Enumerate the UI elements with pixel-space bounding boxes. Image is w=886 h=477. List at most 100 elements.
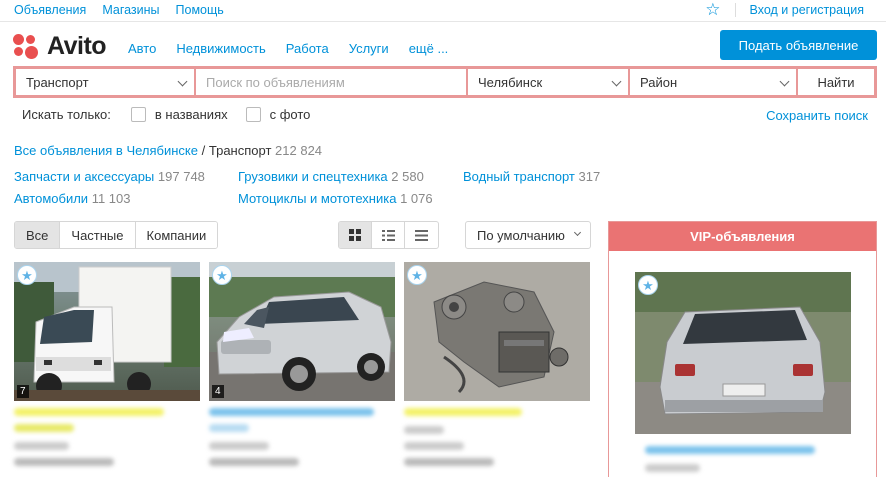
subcategory-parts[interactable]: Запчасти и аксессуары [14,169,154,184]
post-ad-button[interactable]: Подать объявление [720,30,877,60]
district-value: Район [640,74,678,90]
nav-auto[interactable]: Авто [128,41,156,56]
photo-count-badge: 4 [212,385,224,398]
subcategory-item: Запчасти и аксессуары 197 748 [14,169,205,184]
nav-realty[interactable]: Недвижимость [176,41,265,56]
listing-price-blurred [14,442,69,450]
in-titles-label[interactable]: в названиях [155,107,228,122]
nav-more[interactable]: ещё ... [409,41,449,56]
top-links: Объявления Магазины Помощь [14,3,224,17]
listing-title-blurred[interactable] [14,408,164,416]
listing-meta-blurred [404,442,464,450]
top-link-ads[interactable]: Объявления [14,3,86,17]
grid-view-icon[interactable] [339,222,372,248]
listing-title-blurred-2[interactable] [209,424,249,432]
with-photo-checkbox[interactable] [245,107,261,122]
chevron-down-icon [611,76,622,87]
vip-car-image [635,272,851,434]
subcategory-trucks[interactable]: Грузовики и спецтехника [238,169,388,184]
listing-title-blurred-2[interactable] [14,424,74,432]
top-right: ☆ Вход и регистрация [705,1,864,18]
district-select[interactable]: Район [630,69,796,95]
favorite-star-icon[interactable]: ★ [638,275,658,295]
vip-price-blurred [645,464,700,472]
top-link-shops[interactable]: Магазины [102,3,159,17]
subcategory-moto[interactable]: Мотоциклы и мототехника [238,191,396,206]
search-placeholder: Поиск по объявлениям [206,74,345,90]
subcategory-item: Грузовики и спецтехника 2 580 [238,169,424,184]
subcategory-count: 317 [578,169,601,184]
truck-image [14,262,200,401]
chevron-down-icon [779,76,790,87]
listing-card[interactable]: ★ [404,262,590,466]
subcategory-count: 197 748 [157,169,205,184]
category-value: Транспорт [26,74,89,90]
save-search-link[interactable]: Сохранить поиск [766,108,868,123]
sort-select[interactable]: По умолчанию [465,221,591,249]
in-titles-checkbox[interactable] [130,107,146,122]
category-select[interactable]: Транспорт [16,69,194,95]
city-value: Челябинск [478,74,543,90]
search-bar: Транспорт Поиск по объявлениям Челябинск… [13,66,877,98]
subcategory-cars[interactable]: Автомобили [14,191,88,206]
suv-image [209,262,395,401]
find-button[interactable]: Найти [798,69,874,95]
filters-label: Искать только: [22,107,111,122]
vip-listing-photo[interactable]: ★ [635,272,851,434]
listing-price-blurred [404,426,444,434]
listing-meta-blurred-2 [404,458,494,466]
avito-logo[interactable]: Avito [13,32,107,61]
sort-value: По умолчанию [477,227,565,243]
top-bar: Объявления Магазины Помощь ☆ Вход и реги… [0,0,886,22]
seller-type-filter: Все Частные Компании [14,221,219,249]
chevron-down-icon [573,228,582,237]
subcategory-count: 2 580 [391,169,424,184]
subcategory-water[interactable]: Водный транспорт [463,169,575,184]
list-view-icon[interactable] [372,222,405,248]
login-link[interactable]: Вход и регистрация [750,3,864,17]
breadcrumb-count: 212 824 [275,143,323,158]
subcategory-count: 1 076 [400,191,433,206]
subcategory-item: Мотоциклы и мототехника 1 076 [238,191,433,206]
listing-card[interactable]: ★ 7 [14,262,200,466]
listing-photo[interactable]: ★ [404,262,590,401]
favorites-star-icon[interactable]: ☆ [705,1,720,18]
subcategories: Запчасти и аксессуары 197 748 Грузовики … [14,169,714,209]
breadcrumb-separator: / [201,143,206,158]
car-part-image [404,262,590,401]
chevron-down-icon [177,76,188,87]
search-filters: Искать только: в названиях с фото [22,107,310,122]
listing-meta-blurred [209,458,299,466]
listing-title-blurred[interactable] [209,408,374,416]
divider [734,2,736,17]
search-input[interactable]: Поиск по объявлениям [196,69,466,95]
filter-companies[interactable]: Компании [135,222,218,248]
favorite-star-icon[interactable]: ★ [17,265,37,285]
listing-price-blurred [209,442,269,450]
filter-all[interactable]: Все [15,222,61,248]
main-nav: Авто Недвижимость Работа Услуги ещё ... [128,41,448,56]
breadcrumb-all-ads[interactable]: Все объявления в Челябинске [14,143,198,158]
breadcrumb: Все объявления в Челябинске / Транспорт … [14,143,322,158]
city-select[interactable]: Челябинск [468,69,628,95]
favorite-star-icon[interactable]: ★ [407,265,427,285]
logo-text: Avito [47,32,107,60]
top-link-help[interactable]: Помощь [176,3,224,17]
breadcrumb-current: Транспорт [208,143,272,158]
photo-count-badge: 7 [17,385,29,398]
listing-photo[interactable]: ★ 4 [209,262,395,401]
vip-title-blurred[interactable] [645,446,815,454]
view-mode-toggle [338,221,439,249]
nav-services[interactable]: Услуги [349,41,389,56]
nav-jobs[interactable]: Работа [286,41,329,56]
listing-title-blurred[interactable] [404,408,522,416]
filter-private[interactable]: Частные [60,222,136,248]
compact-view-icon[interactable] [405,222,438,248]
logo-dots-icon [13,33,43,60]
favorite-star-icon[interactable]: ★ [212,265,232,285]
listing-photo[interactable]: ★ 7 [14,262,200,401]
subcategory-item: Автомобили 11 103 [14,191,130,206]
subcategory-item: Водный транспорт 317 [463,169,600,184]
listing-card[interactable]: ★ 4 [209,262,395,466]
with-photo-label[interactable]: с фото [270,107,311,122]
